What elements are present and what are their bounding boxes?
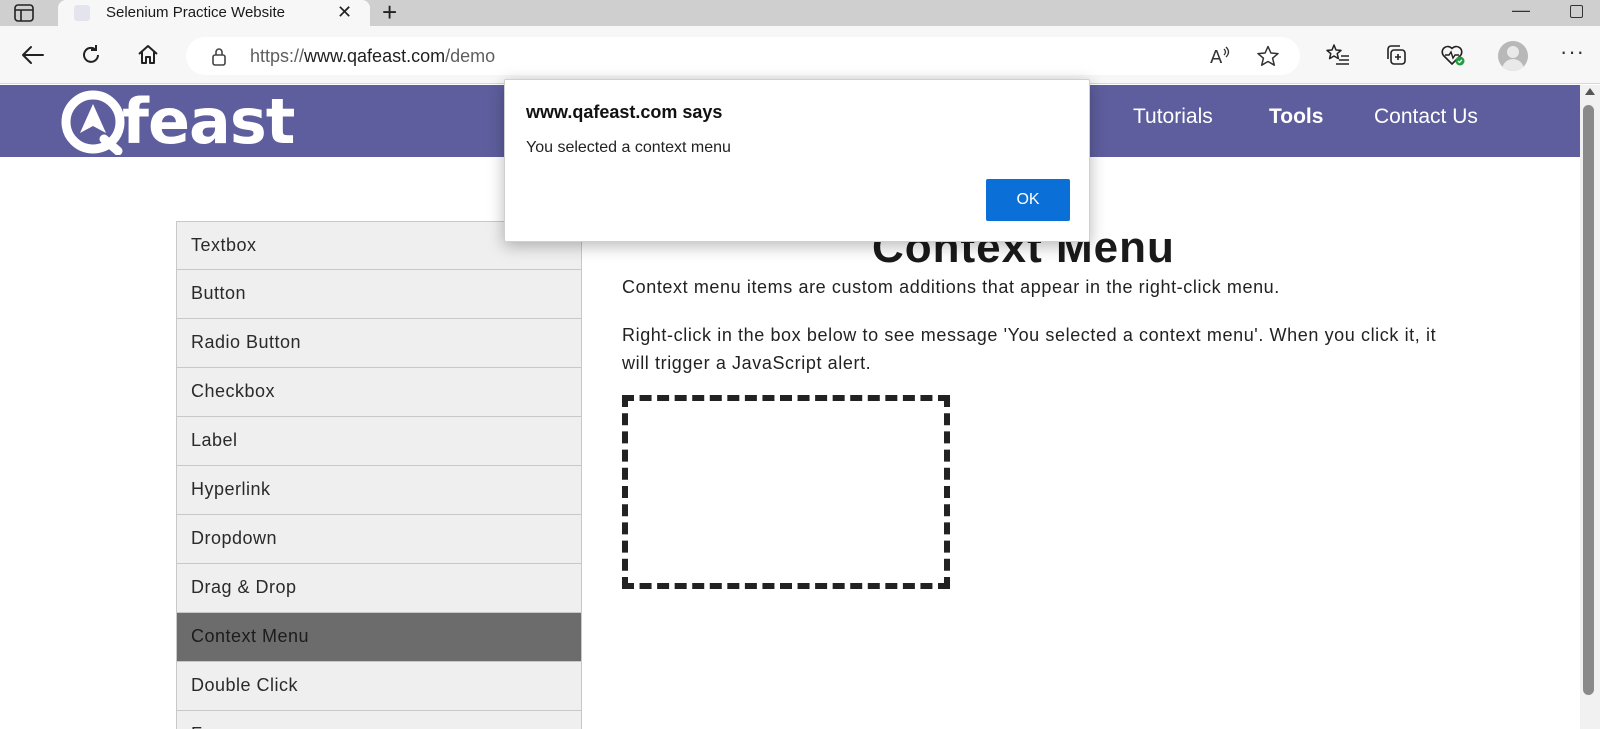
logo-text: feast xyxy=(122,85,295,158)
site-logo[interactable]: feast xyxy=(60,85,295,158)
tab-title: Selenium Practice Website xyxy=(106,4,285,21)
browser-toolbar: https://www.qafeast.com/demo A ··· xyxy=(0,26,1600,84)
sidebar-item-double-click[interactable]: Double Click xyxy=(176,662,582,711)
profile-avatar[interactable] xyxy=(1498,41,1528,71)
home-icon[interactable] xyxy=(134,41,162,69)
close-tab-icon[interactable]: ✕ xyxy=(337,2,352,22)
browser-tab-active[interactable]: Selenium Practice Website ✕ xyxy=(58,0,370,26)
address-bar[interactable]: https://www.qafeast.com/demo A xyxy=(186,37,1300,75)
javascript-alert-dialog: www.qafeast.com says You selected a cont… xyxy=(504,79,1090,242)
url-text[interactable]: https://www.qafeast.com/demo xyxy=(250,46,495,67)
nav-tutorials[interactable]: Tutorials xyxy=(1133,105,1213,129)
more-options-icon[interactable]: ··· xyxy=(1560,41,1585,63)
favorites-list-icon[interactable] xyxy=(1324,41,1352,69)
browser-tab-strip: Selenium Practice Website ✕ + — xyxy=(0,0,1600,26)
scroll-up-arrow-icon[interactable] xyxy=(1585,88,1595,95)
sidebar-item-dropdown[interactable]: Dropdown xyxy=(176,515,582,564)
sidebar-item-button[interactable]: Button xyxy=(176,270,582,319)
read-aloud-icon[interactable]: A xyxy=(1208,45,1232,68)
side-menu: Textbox Button Radio Button Checkbox Lab… xyxy=(176,221,582,729)
favorite-star-icon[interactable] xyxy=(1256,45,1280,67)
refresh-icon[interactable] xyxy=(77,41,105,69)
sidebar-item-checkbox[interactable]: Checkbox xyxy=(176,368,582,417)
page-scrollbar[interactable] xyxy=(1580,85,1600,729)
back-arrow-icon[interactable] xyxy=(19,41,47,69)
alert-message: You selected a context menu xyxy=(526,139,731,156)
lock-icon[interactable] xyxy=(210,47,228,72)
sidebar-item-drag-drop[interactable]: Drag & Drop xyxy=(176,564,582,613)
tab-actions-icon[interactable] xyxy=(14,4,34,22)
nav-tools[interactable]: Tools xyxy=(1269,105,1323,129)
logo-q-icon xyxy=(61,90,125,155)
instruction-paragraph: Right-click in the box below to see mess… xyxy=(622,325,1437,373)
sidebar-item-hyperlink[interactable]: Hyperlink xyxy=(176,466,582,515)
sidebar-item-label[interactable]: Label xyxy=(176,417,582,466)
collections-icon[interactable] xyxy=(1382,41,1410,69)
nav-contact-us[interactable]: Contact Us xyxy=(1374,105,1478,129)
sidebar-item-radio-button[interactable]: Radio Button xyxy=(176,319,582,368)
maximize-window-icon[interactable] xyxy=(1570,5,1583,18)
context-menu-target-box[interactable] xyxy=(622,395,950,589)
browser-essentials-icon[interactable] xyxy=(1439,41,1467,69)
minimize-window-icon[interactable]: — xyxy=(1512,0,1530,20)
svg-text:A: A xyxy=(1210,47,1223,67)
site-favicon-icon xyxy=(74,5,90,21)
sidebar-item-partial[interactable]: F xyxy=(176,711,582,729)
new-tab-icon[interactable]: + xyxy=(382,0,397,25)
intro-paragraph: Context menu items are custom additions … xyxy=(622,277,1280,297)
alert-title: www.qafeast.com says xyxy=(526,102,723,122)
alert-ok-button[interactable]: OK xyxy=(986,179,1070,221)
sidebar-item-context-menu[interactable]: Context Menu xyxy=(176,613,582,662)
scrollbar-thumb[interactable] xyxy=(1583,105,1594,695)
